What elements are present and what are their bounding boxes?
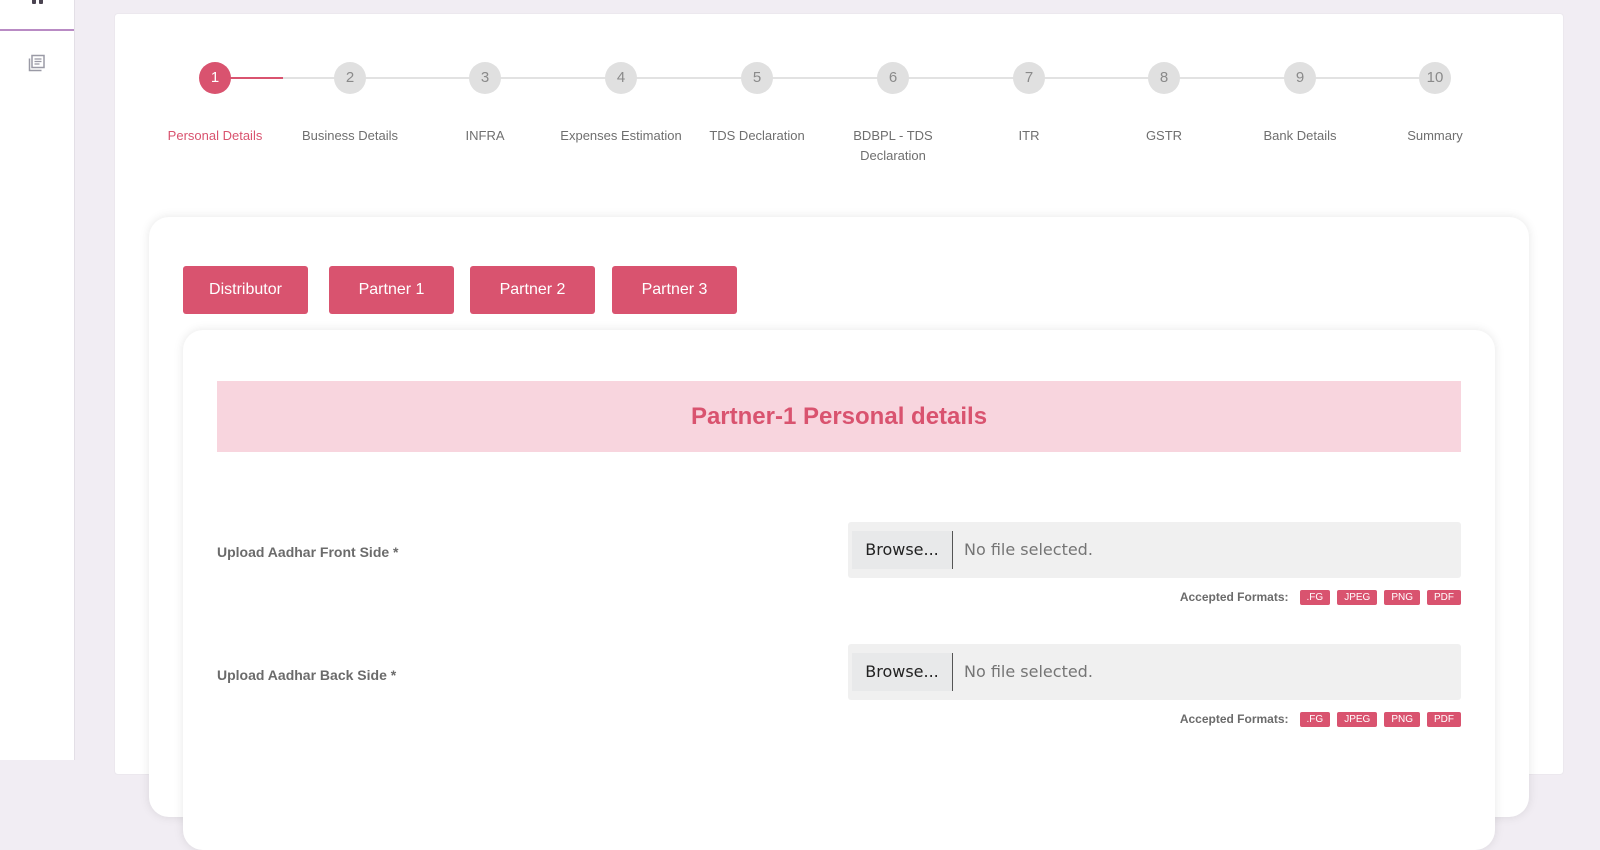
step-label: Business Details	[301, 128, 399, 143]
browse-button[interactable]: Browse...	[852, 653, 953, 691]
personal-details-card: Distributor Partner 1 Partner 2 Partner …	[149, 217, 1529, 850]
step-number: 5	[741, 62, 773, 94]
step-label: TDS Declaration	[709, 128, 805, 143]
stepper-track	[215, 77, 1435, 79]
format-badge: JPEG	[1337, 711, 1378, 727]
aadhar-back-label: Upload Aadhar Back Side *	[217, 667, 397, 683]
step-label: ITR	[1018, 128, 1040, 143]
step-number: 10	[1419, 62, 1451, 94]
sidebar	[0, 0, 75, 760]
sidebar-divider	[0, 29, 74, 31]
step-label: BDBPL - TDS Declaration	[853, 128, 933, 163]
format-badge: .FG	[1299, 711, 1331, 727]
aadhar-back-file-input[interactable]: Browse... No file selected.	[848, 644, 1461, 700]
step-label: Summary	[1407, 128, 1463, 143]
progress-stepper: 1 Personal Details 2 Business Details 3 …	[115, 14, 1563, 194]
tab-partner-1[interactable]: Partner 1	[329, 266, 454, 314]
pause-icon[interactable]	[30, 0, 44, 6]
file-status: No file selected.	[964, 540, 1093, 559]
format-badge: .FG	[1299, 589, 1331, 605]
aadhar-front-file-input[interactable]: Browse... No file selected.	[848, 522, 1461, 578]
format-badge: PNG	[1384, 711, 1420, 727]
tab-partner-2[interactable]: Partner 2	[470, 266, 595, 314]
step-label: Expenses Estimation	[560, 128, 682, 143]
step-number: 4	[605, 62, 637, 94]
main-card: 1 Personal Details 2 Business Details 3 …	[114, 13, 1564, 850]
format-badge: PDF	[1427, 589, 1461, 605]
format-badge: JPEG	[1337, 589, 1378, 605]
tab-distributor[interactable]: Distributor	[183, 266, 308, 314]
accepted-formats: Accepted Formats: .FG JPEG PNG PDF	[1180, 711, 1461, 727]
step-number: 7	[1013, 62, 1045, 94]
step-label: INFRA	[465, 128, 505, 143]
step-label: Bank Details	[1263, 128, 1337, 143]
file-status: No file selected.	[964, 662, 1093, 681]
step-number: 3	[469, 62, 501, 94]
section-title: Partner-1 Personal details	[217, 381, 1461, 452]
accepted-formats-label: Accepted Formats:	[1179, 590, 1289, 604]
browse-button[interactable]: Browse...	[852, 531, 953, 569]
partner-form-card: Partner-1 Personal details Upload Aadhar…	[183, 330, 1495, 850]
format-badge: PNG	[1384, 589, 1420, 605]
step-number: 2	[334, 62, 366, 94]
step-label: Personal Details	[167, 128, 263, 143]
document-list-icon[interactable]	[28, 54, 46, 72]
accepted-formats: Accepted Formats: .FG JPEG PNG PDF	[1180, 589, 1461, 605]
step-number: 8	[1148, 62, 1180, 94]
step-number: 9	[1284, 62, 1316, 94]
format-badge: PDF	[1427, 711, 1461, 727]
tab-partner-3[interactable]: Partner 3	[612, 266, 737, 314]
step-number: 1	[199, 62, 231, 94]
step-number: 6	[877, 62, 909, 94]
aadhar-front-label: Upload Aadhar Front Side *	[217, 544, 399, 560]
step-label: GSTR	[1145, 128, 1183, 143]
accepted-formats-label: Accepted Formats:	[1179, 712, 1289, 726]
